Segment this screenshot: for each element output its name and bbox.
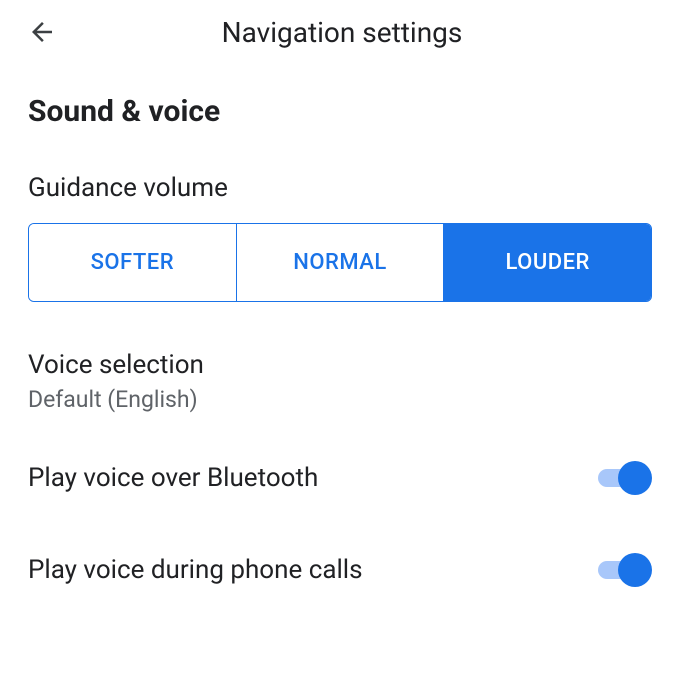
voice-selection-value: Default (English) [28, 386, 652, 413]
guidance-volume-label: Guidance volume [28, 173, 652, 203]
voice-selection-title: Voice selection [28, 350, 652, 380]
page-title: Navigation settings [20, 16, 664, 49]
header: Navigation settings [0, 0, 680, 64]
phone-calls-row: Play voice during phone calls [28, 551, 652, 589]
bluetooth-toggle[interactable] [596, 459, 652, 497]
phone-calls-toggle[interactable] [596, 551, 652, 589]
section-title-sound-voice: Sound & voice [28, 94, 652, 129]
switch-thumb [618, 553, 652, 587]
bluetooth-title: Play voice over Bluetooth [28, 463, 596, 493]
voice-selection-row[interactable]: Voice selection Default (English) [28, 350, 652, 413]
switch-thumb [618, 461, 652, 495]
phone-calls-title: Play voice during phone calls [28, 555, 596, 585]
guidance-option-softer[interactable]: SOFTER [29, 224, 237, 301]
guidance-option-normal[interactable]: NORMAL [237, 224, 445, 301]
content: Sound & voice Guidance volume SOFTER NOR… [0, 64, 680, 589]
guidance-volume-group: SOFTER NORMAL LOUDER [28, 223, 652, 302]
guidance-option-louder[interactable]: LOUDER [444, 224, 651, 301]
bluetooth-row: Play voice over Bluetooth [28, 459, 652, 497]
